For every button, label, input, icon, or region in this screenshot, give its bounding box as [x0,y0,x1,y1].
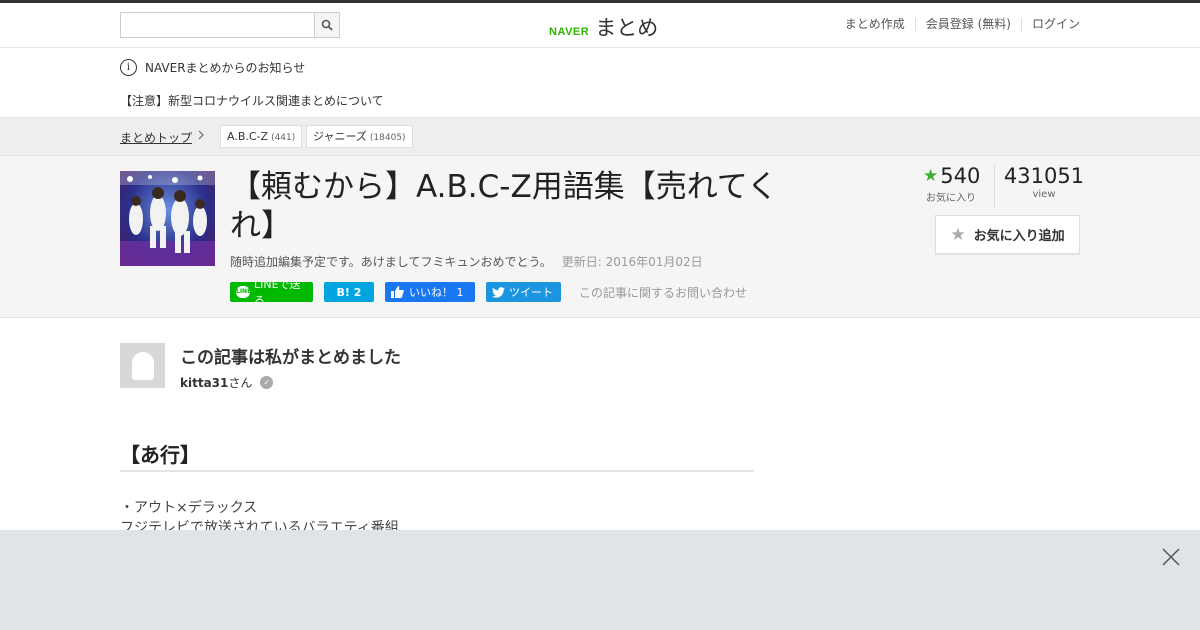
line-share-label: LINEで送る [254,278,301,307]
body-line: ・アウト×デラックス [120,500,258,516]
views-label: view [1032,189,1056,200]
header-nav: まとめ作成 会員登録 (無料) ログイン [835,18,1080,31]
tag-label: ジャニーズ [313,130,367,143]
line-share-button[interactable]: LINE LINEで送る [230,278,313,307]
article-description: 随時追加編集予定です。あけましてフミキュンおめでとう。 更新日: 2016年01月… [230,253,703,270]
search-button[interactable] [314,13,339,37]
site-logo[interactable]: NAVER まとめ [549,12,658,42]
add-favorite-label: お気に入り追加 [973,229,1065,244]
search-box [120,12,340,38]
tag-label: A.B.C-Z [227,130,269,143]
section-heading: 【あ行】 [120,439,754,472]
search-input[interactable] [121,13,314,37]
add-favorite-button[interactable]: ★ お気に入り追加 [935,215,1080,254]
notice-area: i NAVERまとめからのお知らせ 【注意】新型コロナウイルス関連まとめについて [0,48,1200,118]
author-name: kitta31 さん ✓ [180,374,274,391]
close-icon[interactable] [1160,546,1182,568]
share-bar: LINE LINEで送る B! 2 いいね！ 1 ツイート この記事に関するお問… [230,278,747,307]
article-thumbnail[interactable] [120,171,215,266]
notice-title: NAVERまとめからのお知らせ [145,61,306,75]
hatena-label: B! 2 [336,285,362,299]
star-icon: ★ [950,224,966,245]
check-icon: ✓ [260,376,274,389]
nav-create-matome[interactable]: まとめ作成 [835,18,915,31]
favorites-counter: ★ 540 お気に入り [923,164,995,208]
nav-login[interactable]: ログイン [1020,18,1080,31]
views-counter: 431051 view [1000,164,1088,200]
logo-brand: NAVER [549,26,590,38]
author-suffix: さん [228,376,253,390]
info-icon: i [120,59,137,76]
chevron-right-icon [197,129,205,144]
breadcrumb-home[interactable]: まとめトップ [120,129,192,146]
hatena-bookmark-button[interactable]: B! 2 [324,282,374,302]
favorites-number: ★ 540 [923,164,994,188]
facebook-like-button[interactable]: いいね！ 1 [385,282,475,302]
favorites-label: お気に入り [926,193,976,204]
favorites-count: 540 [940,164,981,188]
tweet-label: ツイート [509,286,553,299]
logo-text: まとめ [595,16,659,40]
facebook-like-label: いいね！ 1 [409,286,464,299]
article-header: 【頼むから】A.B.C-Z用語集【売れてくれ】 随時追加編集予定です。あけまして… [0,156,1200,318]
breadcrumb: まとめトップ A.B.C-Z (441) ジャニーズ (18405) [0,118,1200,156]
tag-count: (441) [271,133,296,143]
bottom-ad-banner [0,530,1200,630]
article-title: 【頼むから】A.B.C-Z用語集【売れてくれ】 [230,169,778,244]
search-icon [321,19,333,31]
views-count: 431051 [1003,164,1085,188]
avatar[interactable] [120,343,165,388]
twitter-bird-icon [492,286,505,298]
default-avatar-icon [131,352,154,380]
star-icon: ★ [923,166,939,186]
tag-abcz[interactable]: A.B.C-Z (441) [220,125,303,148]
updated-date: 更新日: 2016年01月02日 [561,255,703,269]
tag-johnnys[interactable]: ジャニーズ (18405) [306,125,413,148]
tag-count: (18405) [369,133,406,143]
notice-link[interactable]: 【注意】新型コロナウイルス関連まとめについて [120,92,384,109]
site-header: NAVER まとめ まとめ作成 会員登録 (無料) ログイン [0,3,1200,48]
line-icon: LINE [236,286,251,298]
thumbs-up-icon [391,286,404,298]
notice-heading: i NAVERまとめからのお知らせ [120,59,305,76]
author-block: この記事は私がまとめました kitta31 さん ✓ [0,318,1200,418]
description-text: 随時追加編集予定です。あけましてフミキュンおめでとう。 [230,255,552,269]
nav-register[interactable]: 会員登録 (無料) [914,18,1021,31]
author-heading: この記事は私がまとめました [180,348,401,368]
inquiry-link[interactable]: この記事に関するお問い合わせ [579,284,747,301]
author-username[interactable]: kitta31 [180,376,228,390]
tweet-button[interactable]: ツイート [486,282,561,302]
